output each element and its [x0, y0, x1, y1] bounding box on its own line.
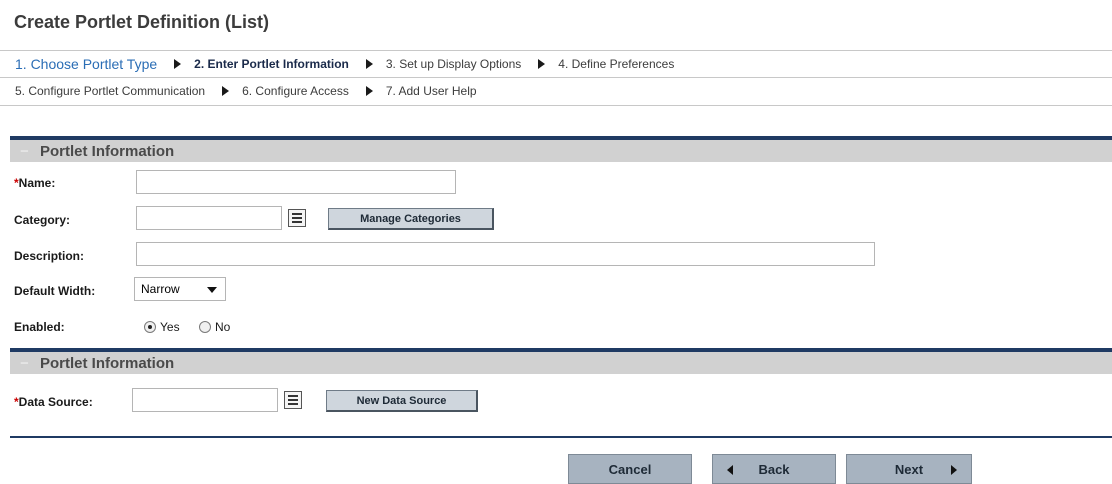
category-input[interactable] [136, 206, 282, 230]
step-arrow-icon [538, 59, 546, 69]
enabled-no-radio[interactable] [199, 321, 211, 333]
collapse-icon[interactable]: − [20, 355, 38, 372]
step-set-up-display-options: 3. Set up Display Options [385, 57, 522, 71]
manage-categories-button[interactable]: Manage Categories [328, 208, 494, 230]
category-label: Category: [14, 213, 71, 227]
section-header-portlet-information-2[interactable]: − Portlet Information [10, 348, 1112, 374]
step-choose-portlet-type[interactable]: 1. Choose Portlet Type [15, 56, 157, 72]
data-source-label: *Data Source: [14, 395, 93, 409]
chevron-left-icon [727, 465, 733, 475]
description-input[interactable] [136, 242, 875, 266]
cancel-label: Cancel [608, 461, 652, 477]
enabled-no-label: No [215, 320, 231, 334]
enabled-label: Enabled: [14, 320, 65, 334]
page-title: Create Portlet Definition (List) [14, 12, 270, 32]
divider [10, 436, 1112, 438]
wizard-steps-row-2: 5. Configure Portlet Communication 6. Co… [0, 77, 1112, 106]
chevron-right-icon [951, 465, 957, 475]
enabled-yes-radio[interactable] [144, 321, 156, 333]
default-width-value: Narrow [141, 282, 180, 296]
step-arrow-icon [174, 59, 182, 69]
next-label: Next [894, 461, 924, 477]
chevron-down-icon [207, 287, 217, 293]
step-configure-portlet-communication: 5. Configure Portlet Communication [15, 84, 206, 98]
step-configure-access: 6. Configure Access [242, 84, 349, 98]
step-arrow-icon [365, 86, 373, 96]
description-label: Description: [14, 249, 85, 263]
step-define-preferences: 4. Define Preferences [558, 57, 675, 71]
data-source-list-icon[interactable] [284, 391, 302, 409]
step-enter-portlet-information: 2. Enter Portlet Information [194, 57, 349, 71]
section-header-portlet-information[interactable]: − Portlet Information [10, 136, 1112, 162]
collapse-icon[interactable]: − [20, 143, 38, 160]
data-source-input[interactable] [132, 388, 278, 412]
next-button[interactable]: Next [846, 454, 972, 484]
wizard-steps-row-1: 1. Choose Portlet Type 2. Enter Portlet … [0, 50, 1112, 78]
category-list-icon[interactable] [288, 209, 306, 227]
default-width-label: Default Width: [14, 284, 96, 298]
back-label: Back [758, 461, 790, 477]
new-data-source-button[interactable]: New Data Source [326, 390, 478, 412]
step-arrow-icon [365, 59, 373, 69]
name-label: *Name: [14, 176, 56, 190]
default-width-select[interactable]: Narrow [134, 277, 226, 301]
back-button[interactable]: Back [712, 454, 836, 484]
name-input[interactable] [136, 170, 456, 194]
section-title: Portlet Information [40, 142, 175, 160]
step-arrow-icon [222, 86, 230, 96]
step-add-user-help: 7. Add User Help [385, 84, 477, 98]
cancel-button[interactable]: Cancel [568, 454, 692, 484]
section-title: Portlet Information [40, 354, 175, 372]
enabled-yes-label: Yes [160, 320, 180, 334]
